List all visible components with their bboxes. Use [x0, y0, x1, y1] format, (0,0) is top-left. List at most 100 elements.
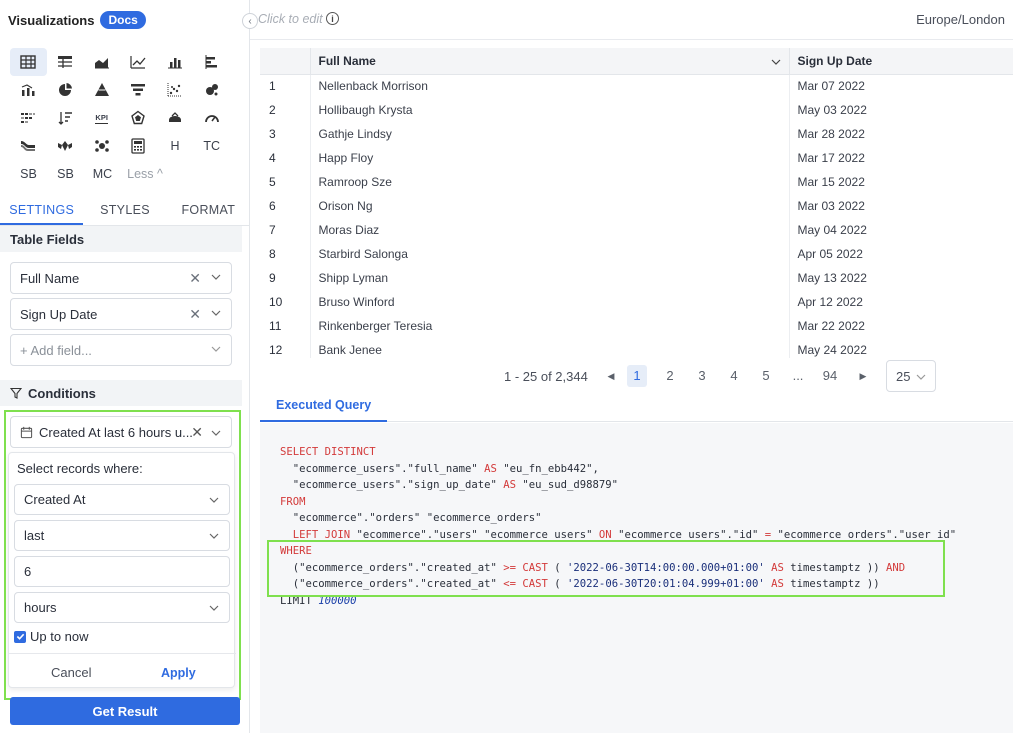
table-row[interactable]: 2 Hollibaugh Krysta May 03 2022	[260, 98, 1013, 122]
page-94[interactable]: 94	[820, 365, 840, 387]
page-1[interactable]: 1	[627, 365, 647, 387]
gauge-viz-icon[interactable]	[193, 104, 230, 132]
table-row[interactable]: 9 Shipp Lyman May 13 2022	[260, 266, 1013, 290]
remove-field-icon[interactable]: ✕	[189, 306, 201, 323]
cell-full-name: Nellenback Morrison	[310, 74, 790, 98]
collapse-sidebar-button[interactable]: ‹	[242, 13, 258, 29]
viz-text-sb-1[interactable]: SB	[10, 160, 47, 188]
row-number: 11	[260, 314, 311, 338]
field-full-name[interactable]: Full Name ✕	[10, 262, 232, 294]
sql-text: "eu_fn_ebb442",	[496, 462, 599, 475]
field-sign-up-date[interactable]: Sign Up Date ✕	[10, 298, 232, 330]
table-row[interactable]: 4 Happ Floy Mar 17 2022	[260, 146, 1013, 170]
where-clause-highlight-outline	[267, 540, 945, 597]
sidebar-title: Visualizations	[8, 12, 95, 28]
heatmap-viz-icon[interactable]	[10, 104, 47, 132]
cell-sign-up-date: May 04 2022	[797, 223, 867, 237]
table-row[interactable]: 10 Bruso Winford Apr 12 2022	[260, 290, 1013, 314]
kpi-viz-icon[interactable]: KPI	[83, 104, 120, 132]
viz-text-sb-2[interactable]: SB	[47, 160, 84, 188]
chevron-down-icon	[916, 374, 926, 380]
cell-full-name: Ramroop Sze	[310, 170, 790, 194]
table-viz-icon[interactable]	[10, 48, 47, 76]
results-table: Full Name Sign Up Date 1 Nellenback Morri…	[260, 48, 1013, 358]
viz-type-grid: KPI H TC SB SB MC Less ^	[10, 48, 230, 188]
show-less-toggle[interactable]: Less ^	[121, 160, 169, 188]
column-header-sign-up-date[interactable]: Sign Up Date	[789, 48, 1013, 75]
page-5[interactable]: 5	[756, 365, 776, 387]
scatter-viz-icon[interactable]	[157, 76, 194, 104]
chevron-down-icon[interactable]	[211, 308, 221, 318]
viz-text-mc[interactable]: MC	[84, 160, 121, 188]
tree-viz-icon[interactable]	[83, 132, 120, 160]
table-row[interactable]: 8 Starbird Salonga Apr 05 2022	[260, 242, 1013, 266]
settings-tabs: SETTINGS STYLES FORMAT	[0, 198, 250, 226]
calculator-viz-icon[interactable]	[120, 132, 157, 160]
tab-format[interactable]: FORMAT	[167, 198, 250, 225]
remove-field-icon[interactable]: ✕	[189, 270, 201, 287]
chevron-down-icon[interactable]	[771, 57, 781, 67]
row-number: 2	[260, 98, 311, 122]
area-chart-viz-icon[interactable]	[83, 48, 120, 76]
line-chart-viz-icon[interactable]	[120, 48, 157, 76]
cell-full-name: Bank Jenee	[310, 338, 790, 358]
page-size-select[interactable]: 25	[886, 360, 936, 392]
sql-text: "ecommerce"."users" "ecommerce_users"	[350, 528, 599, 541]
sql-keyword: FROM	[280, 495, 306, 508]
title-edit-placeholder[interactable]: Click to edit	[258, 12, 323, 26]
table-row[interactable]: 11 Rinkenberger Teresia Mar 22 2022	[260, 314, 1013, 338]
tab-executed-query[interactable]: Executed Query	[260, 392, 388, 422]
cell-sign-up-date: May 03 2022	[789, 98, 1013, 122]
pivot-table-viz-icon[interactable]	[47, 48, 84, 76]
pyramid-viz-icon[interactable]	[83, 76, 120, 104]
next-page-icon[interactable]: ▶	[853, 365, 873, 387]
table-row[interactable]: 6 Orison Ng Mar 03 2022	[260, 194, 1013, 218]
column-header-full-name[interactable]: Full Name	[310, 48, 790, 75]
pie-chart-viz-icon[interactable]	[47, 76, 84, 104]
sunburst-viz-icon[interactable]	[47, 132, 84, 160]
combo-chart-viz-icon[interactable]	[10, 76, 47, 104]
page-ellipsis[interactable]: ...	[788, 365, 808, 387]
table-fields-heading: Table Fields	[0, 226, 242, 252]
row-number: 6	[260, 194, 311, 218]
tab-styles[interactable]: STYLES	[83, 198, 166, 225]
add-field-placeholder: + Add field...	[20, 342, 92, 358]
row-number: 3	[260, 122, 311, 146]
add-field-input[interactable]: + Add field...	[10, 334, 232, 366]
sort-viz-icon[interactable]	[47, 104, 84, 132]
sql-text: "eu_sud_d98879"	[516, 479, 619, 491]
pagination-summary: 1 - 25 of 2,344	[504, 369, 588, 384]
chevron-down-icon[interactable]	[211, 272, 221, 282]
radar-viz-icon[interactable]	[120, 104, 157, 132]
prev-page-icon[interactable]: ◀	[601, 365, 621, 387]
cell-sign-up-date: Mar 17 2022	[789, 146, 1013, 170]
table-row[interactable]: 7 Moras Diaz May 04 2022	[260, 218, 1013, 242]
viz-text-h[interactable]: H	[157, 132, 194, 160]
table-row[interactable]: 3 Gathje Lindsy Mar 28 2022	[260, 122, 1013, 146]
tab-settings[interactable]: SETTINGS	[0, 198, 84, 225]
chevron-down-icon[interactable]	[211, 344, 221, 354]
timezone-label[interactable]: Europe/London	[916, 12, 1005, 27]
sql-keyword: ON	[598, 528, 612, 541]
bubble-viz-icon[interactable]	[193, 76, 230, 104]
page-3[interactable]: 3	[692, 365, 712, 387]
cell-sign-up-date: Mar 28 2022	[797, 127, 865, 141]
map-viz-icon[interactable]	[157, 104, 194, 132]
bar-chart-viz-icon[interactable]	[193, 48, 230, 76]
table-row[interactable]: 5 Ramroop Sze Mar 15 2022	[260, 170, 1013, 194]
table-row[interactable]: 1 Nellenback Morrison Mar 07 2022	[260, 74, 1013, 98]
column-chart-viz-icon[interactable]	[157, 48, 194, 76]
page-2[interactable]: 2	[660, 365, 680, 387]
viz-text-tc[interactable]: TC	[193, 132, 230, 160]
sql-keyword: LEFT JOIN	[292, 528, 351, 541]
table-row[interactable]: 12 Bank Jenee May 24 2022	[260, 338, 1013, 358]
page-4[interactable]: 4	[724, 365, 744, 387]
docs-badge[interactable]: Docs	[100, 11, 146, 29]
get-result-button[interactable]: Get Result	[10, 697, 240, 725]
row-number-header	[260, 48, 311, 75]
sankey-viz-icon[interactable]	[10, 132, 47, 160]
funnel-viz-icon[interactable]	[120, 76, 157, 104]
query-tabs: Executed Query	[260, 392, 1013, 422]
cell-full-name: Shipp Lyman	[310, 266, 790, 290]
info-icon[interactable]: i	[326, 12, 339, 25]
